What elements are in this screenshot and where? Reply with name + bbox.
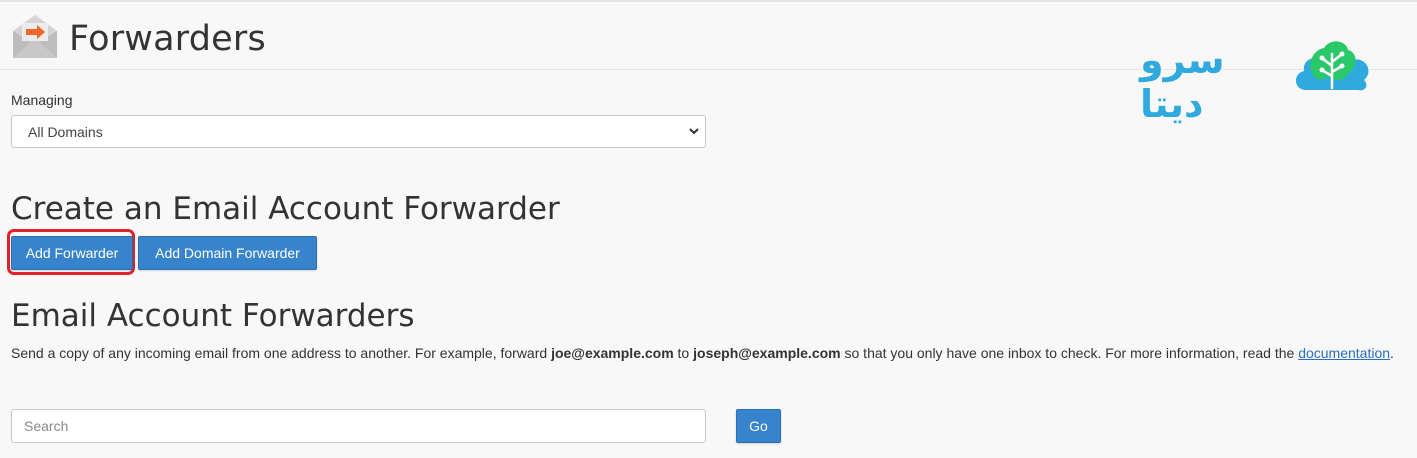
- forwarders-description: Send a copy of any incoming email from o…: [11, 344, 1401, 362]
- desc-example-target: joseph@example.com: [693, 345, 841, 361]
- desc-example-source: joe@example.com: [551, 345, 674, 361]
- domain-select[interactable]: All Domains: [11, 115, 706, 148]
- email-forward-icon: [13, 15, 57, 58]
- tree-cloud-logo: [1295, 41, 1369, 91]
- forwarders-list-heading: Email Account Forwarders: [11, 298, 415, 334]
- create-forwarder-heading: Create an Email Account Forwarder: [11, 191, 560, 227]
- managing-label: Managing: [11, 92, 73, 108]
- brand: سرو دیتا: [1140, 36, 1380, 126]
- desc-text: Send a copy of any incoming email from o…: [11, 345, 552, 361]
- domain-select-value: All Domains: [28, 124, 103, 140]
- brand-name: سرو دیتا: [1140, 38, 1225, 126]
- page-title: Forwarders: [69, 19, 266, 59]
- desc-text: so that you only have one inbox to check…: [840, 345, 1299, 361]
- add-forwarder-button[interactable]: Add Forwarder: [11, 236, 133, 270]
- add-domain-forwarder-button[interactable]: Add Domain Forwarder: [138, 236, 317, 270]
- search-input[interactable]: [11, 409, 706, 443]
- documentation-link[interactable]: documentation: [1298, 345, 1390, 361]
- chevron-down-icon: [689, 128, 699, 135]
- desc-text: to: [673, 345, 694, 361]
- go-button[interactable]: Go: [736, 409, 781, 443]
- desc-text: .: [1390, 345, 1394, 361]
